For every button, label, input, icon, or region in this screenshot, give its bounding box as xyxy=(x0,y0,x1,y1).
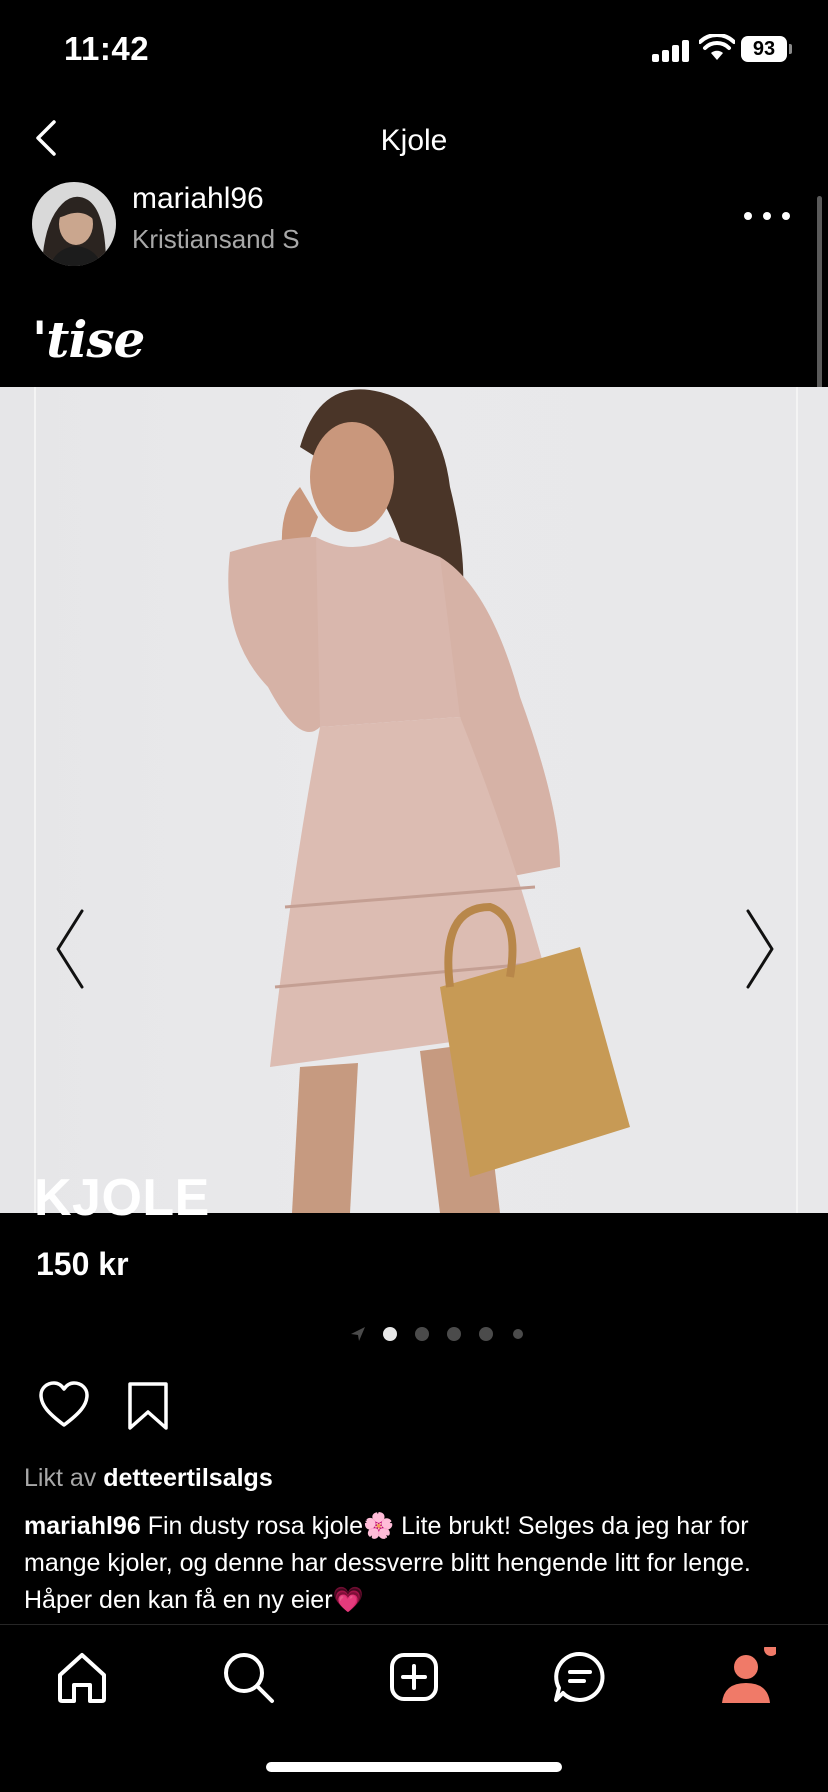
profile-icon[interactable] xyxy=(716,1647,776,1707)
carousel-dot[interactable] xyxy=(513,1329,523,1339)
avatar[interactable] xyxy=(32,182,116,266)
liked-by: Likt av detteertilsalgs xyxy=(24,1464,273,1493)
add-icon[interactable] xyxy=(384,1647,444,1707)
carousel-dot[interactable] xyxy=(415,1327,429,1341)
carousel-dot[interactable] xyxy=(447,1327,461,1341)
bookmark-icon[interactable] xyxy=(126,1380,170,1432)
post-header: mariahl96 Kristiansand S xyxy=(0,180,828,270)
battery-level: 93 xyxy=(752,38,776,60)
notification-dot xyxy=(764,1647,776,1656)
signal-icon xyxy=(652,40,690,62)
nav-header: Kjole xyxy=(0,100,828,180)
carousel-dot[interactable] xyxy=(479,1327,493,1341)
wifi-icon xyxy=(699,34,735,60)
next-image-button[interactable] xyxy=(738,907,778,991)
product-price: 150 kr xyxy=(36,1246,129,1282)
liked-by-prefix: Likt av xyxy=(24,1464,97,1492)
avatar-image xyxy=(32,182,116,266)
scroll-indicator xyxy=(817,196,822,392)
post-caption: mariahl96 Fin dusty rosa kjole🌸 Lite bru… xyxy=(24,1508,804,1619)
like-button[interactable] xyxy=(38,1381,90,1429)
previous-image-button[interactable] xyxy=(52,907,92,991)
dress-photo xyxy=(228,389,630,1213)
home-icon[interactable] xyxy=(52,1647,112,1707)
username[interactable]: mariahl96 xyxy=(132,182,264,216)
location-arrow-icon xyxy=(351,1327,365,1341)
status-time: 11:42 xyxy=(64,30,150,67)
location[interactable]: Kristiansand S xyxy=(132,224,300,255)
more-options-button[interactable] xyxy=(742,204,792,228)
product-title: KJOLE xyxy=(34,1169,210,1227)
page-title: Kjole xyxy=(380,124,448,157)
brand-logo: 'tise xyxy=(32,310,145,369)
messages-icon[interactable] xyxy=(550,1647,610,1707)
home-indicator xyxy=(266,1762,562,1772)
carousel-dot[interactable] xyxy=(383,1327,397,1341)
carousel-indicator xyxy=(0,1322,828,1346)
status-bar: 11:42 93 xyxy=(0,0,828,100)
battery-icon: 93 xyxy=(741,36,792,62)
product-image[interactable] xyxy=(0,387,828,1213)
search-icon[interactable] xyxy=(218,1647,278,1707)
liked-by-user[interactable]: detteertilsalgs xyxy=(103,1464,273,1492)
caption-username[interactable]: mariahl96 xyxy=(24,1512,141,1540)
